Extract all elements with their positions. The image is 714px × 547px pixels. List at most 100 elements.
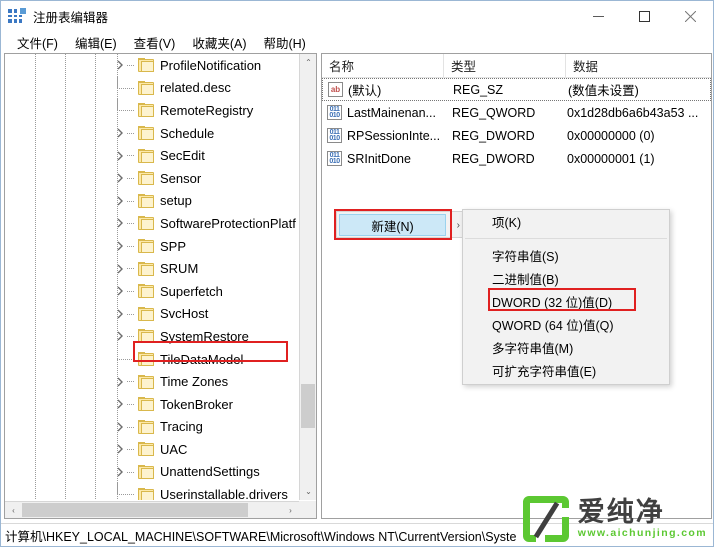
expand-chevron-icon[interactable]	[113, 173, 127, 183]
cell-name: LastMainenan...	[347, 105, 436, 120]
cell-name: RPSessionInte...	[347, 128, 441, 143]
tree-connector	[127, 200, 135, 202]
menu-edit[interactable]: 编辑(E)	[67, 31, 126, 54]
binary-value-icon: 011 010	[327, 105, 342, 120]
folder-icon	[138, 193, 155, 208]
binary-value-icon: 011 010	[327, 151, 342, 166]
tree-item-label: Userinstallable.drivers	[160, 487, 288, 500]
tree-item-srum[interactable]: SRUM	[5, 257, 299, 280]
tree-connector	[127, 132, 135, 134]
expand-chevron-icon[interactable]	[113, 377, 127, 387]
tree-item-profilenotification[interactable]: ProfileNotification	[5, 54, 299, 77]
expand-chevron-icon[interactable]	[113, 264, 127, 274]
registry-tree[interactable]: ProfileNotification related.desc RemoteReg…	[5, 54, 299, 500]
cell-type: REG_SZ	[453, 82, 504, 97]
tree-vertical-scroll-thumb[interactable]	[301, 384, 315, 428]
column-name[interactable]: 名称	[322, 54, 444, 77]
expand-chevron-icon[interactable]	[113, 399, 127, 409]
tree-connector	[127, 177, 135, 179]
tree-connector	[127, 494, 135, 496]
tree-item-userinstallable-drivers[interactable]: Userinstallable.drivers	[5, 483, 299, 500]
tree-item-label: UnattendSettings	[160, 464, 260, 480]
tree-connector	[127, 268, 135, 270]
tree-item-spp[interactable]: SPP	[5, 235, 299, 258]
submenu-item-key[interactable]: 项(K)	[463, 210, 669, 233]
tree-horizontal-scroll-thumb[interactable]	[22, 503, 248, 517]
tree-item-secedit[interactable]: SecEdit	[5, 144, 299, 167]
tree-connector	[127, 381, 135, 383]
column-data[interactable]: 数据	[566, 54, 711, 77]
tree-item-unattendsettings[interactable]: UnattendSettings	[5, 461, 299, 484]
expand-chevron-icon[interactable]	[113, 241, 127, 251]
menu-file[interactable]: 文件(F)	[9, 31, 67, 54]
tree-item-softwareprotectionplatf[interactable]: SoftwareProtectionPlatf	[5, 212, 299, 235]
expand-chevron-icon[interactable]	[113, 60, 127, 70]
column-type[interactable]: 类型	[444, 54, 566, 77]
tree-scroll-down-button[interactable]: ⌄	[300, 483, 316, 500]
tree-item-remoteregistry[interactable]: RemoteRegistry	[5, 99, 299, 122]
table-row[interactable]: ab (默认) REG_SZ (数值未设置)	[322, 78, 711, 101]
tree-item-tokenbroker[interactable]: TokenBroker	[5, 393, 299, 416]
table-row[interactable]: 011 010 LastMainenan... REG_QWORD 0x1d28db6a…	[322, 101, 711, 124]
expand-chevron-icon[interactable]	[113, 196, 127, 206]
folder-icon	[138, 284, 155, 299]
expand-chevron-icon[interactable]	[113, 309, 127, 319]
submenu-item-expandable-string-value[interactable]: 可扩充字符串值(E)	[463, 359, 669, 382]
menu-favorites[interactable]: 收藏夹(A)	[184, 31, 255, 54]
context-submenu-new-types[interactable]: 项(K) 字符串值(S) 二进制值(B) DWORD (32 位)值(D) QW…	[462, 209, 670, 385]
tree-item-related-desc[interactable]: related.desc	[5, 76, 299, 100]
tree-vertical-scrollbar[interactable]: ⌃ ⌄	[299, 54, 316, 500]
values-column-headers: 名称 类型 数据	[322, 54, 711, 78]
tree-scroll-up-button[interactable]: ⌃	[300, 54, 316, 71]
tree-connector	[127, 313, 135, 315]
expand-chevron-icon[interactable]	[113, 422, 127, 432]
expand-chevron-icon[interactable]	[113, 218, 127, 228]
folder-icon	[138, 171, 155, 186]
tree-item-sensor[interactable]: Sensor	[5, 167, 299, 190]
menu-view[interactable]: 查看(V)	[126, 31, 185, 54]
folder-icon	[138, 442, 155, 457]
submenu-item-binary-value[interactable]: 二进制值(B)	[463, 267, 669, 290]
tree-connector-vertical	[117, 76, 118, 88]
context-menu-new[interactable]: 新建(N) ›	[336, 211, 468, 238]
tree-item-superfetch[interactable]: Superfetch	[5, 280, 299, 303]
table-row[interactable]: 011 010 RPSessionInte... REG_DWORD 0x0000000…	[322, 124, 711, 147]
tree-scroll-left-button[interactable]: ‹	[5, 502, 22, 518]
tree-horizontal-scrollbar[interactable]: ‹ ›	[5, 501, 299, 518]
expand-chevron-icon[interactable]	[113, 151, 127, 161]
tree-item-label: setup	[160, 193, 192, 209]
tree-item-svchost[interactable]: SvcHost	[5, 303, 299, 326]
tree-item-setup[interactable]: setup	[5, 190, 299, 213]
tree-item-label: Tracing	[160, 419, 203, 435]
tree-connector-vertical	[117, 483, 118, 495]
tree-item-uac[interactable]: UAC	[5, 438, 299, 461]
tree-scroll-right-button[interactable]: ›	[282, 502, 299, 518]
expand-chevron-icon[interactable]	[113, 128, 127, 138]
tree-item-label: RemoteRegistry	[160, 102, 254, 118]
maximize-button[interactable]	[621, 1, 667, 31]
tree-item-schedule[interactable]: Schedule	[5, 122, 299, 145]
tree-item-time-zones[interactable]: Time Zones	[5, 370, 299, 393]
submenu-item-dword-value[interactable]: DWORD (32 位)值(D)	[463, 290, 669, 313]
expand-chevron-icon[interactable]	[113, 467, 127, 477]
close-button[interactable]	[667, 1, 713, 31]
submenu-item-qword-value[interactable]: QWORD (64 位)值(Q)	[463, 313, 669, 336]
expand-chevron-icon[interactable]	[113, 444, 127, 454]
submenu-item-string-value[interactable]: 字符串值(S)	[463, 244, 669, 267]
table-row[interactable]: 011 010 SRInitDone REG_DWORD 0x00000001 (1)	[322, 147, 711, 170]
minimize-button[interactable]	[575, 1, 621, 31]
values-list[interactable]: ab (默认) REG_SZ (数值未设置) 011 010 LastMainenan...…	[322, 78, 711, 170]
folder-icon	[138, 464, 155, 479]
tree-item-label: Time Zones	[160, 374, 229, 390]
menu-help[interactable]: 帮助(H)	[255, 31, 314, 54]
cell-type: REG_QWORD	[452, 105, 536, 120]
cell-data: 0x00000001 (1)	[567, 151, 655, 166]
submenu-item-multi-string-value[interactable]: 多字符串值(M)	[463, 336, 669, 359]
tree-item-tiledatamodel[interactable]: TileDataModel	[5, 347, 299, 371]
tree-item-label: SPP	[160, 238, 187, 254]
tree-connector-vertical	[117, 347, 118, 359]
tree-item-tracing[interactable]: Tracing	[5, 416, 299, 439]
tree-item-systemrestore[interactable]: SystemRestore	[5, 325, 299, 348]
expand-chevron-icon[interactable]	[113, 331, 127, 341]
expand-chevron-icon[interactable]	[113, 286, 127, 296]
